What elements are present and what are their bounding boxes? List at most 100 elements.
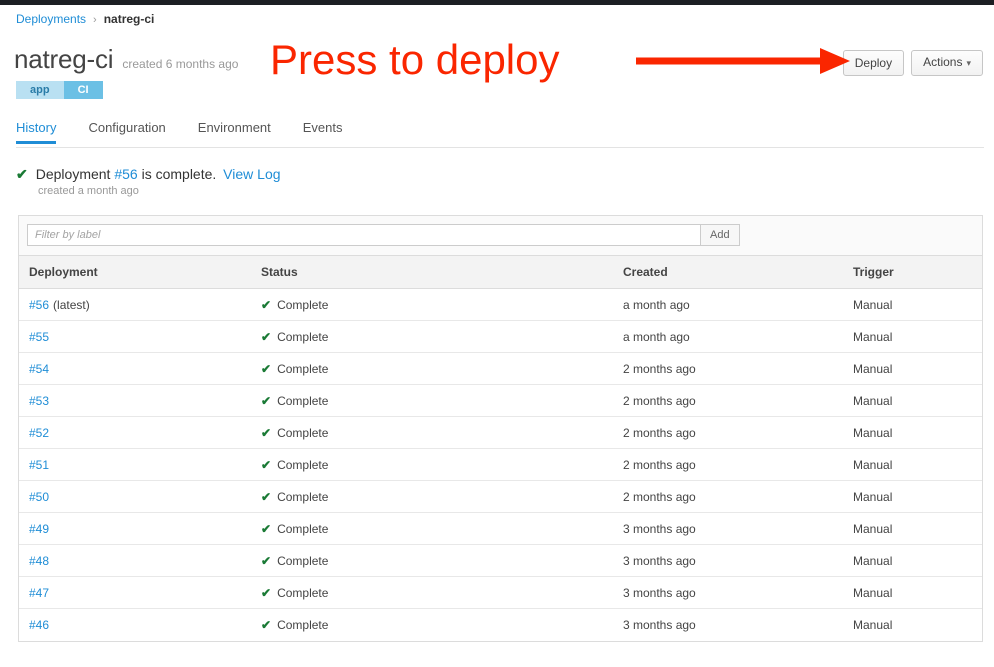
cell-created: a month ago <box>613 320 843 353</box>
column-header-deployment[interactable]: Deployment <box>19 256 251 289</box>
tab-environment[interactable]: Environment <box>198 120 271 143</box>
page-title-row: natreg-ci created 6 months ago <box>14 44 238 75</box>
breadcrumb-link-deployments[interactable]: Deployments <box>16 12 86 26</box>
status-label: Complete <box>277 425 329 440</box>
deployment-link[interactable]: #54 <box>29 362 49 376</box>
annotation-text: Press to deploy <box>270 36 560 83</box>
status-label: Complete <box>277 489 329 504</box>
table-row: #55 ✔ Complete a month ago Manual <box>19 320 982 353</box>
column-header-created[interactable]: Created <box>613 256 843 289</box>
check-icon: ✔ <box>261 585 272 600</box>
cell-trigger: Manual <box>843 416 982 449</box>
tab-events[interactable]: Events <box>303 120 343 143</box>
cell-trigger: Manual <box>843 352 982 385</box>
status-label: Complete <box>277 585 329 600</box>
cell-created: 3 months ago <box>613 576 843 609</box>
actions-dropdown-button[interactable]: Actions ▾ <box>911 50 983 76</box>
latest-badge: (latest) <box>53 297 90 312</box>
table-row: #50 ✔ Complete 2 months ago Manual <box>19 480 982 513</box>
deployment-link[interactable]: #50 <box>29 490 49 504</box>
cell-created: a month ago <box>613 288 843 321</box>
deployment-link[interactable]: #56 <box>29 298 49 312</box>
tab-configuration[interactable]: Configuration <box>88 120 165 143</box>
cell-status: ✔ Complete <box>251 609 613 641</box>
annotation-arrow-icon <box>636 48 850 74</box>
deploy-button[interactable]: Deploy <box>842 50 905 76</box>
cell-trigger: Manual <box>843 512 982 545</box>
cell-created: 2 months ago <box>613 352 843 385</box>
deployment-status-subtext: created a month ago <box>38 185 139 197</box>
cell-deployment: #46 <box>19 609 251 641</box>
deployment-link[interactable]: #47 <box>29 586 49 600</box>
column-header-status[interactable]: Status <box>251 256 613 289</box>
tab-history[interactable]: History <box>16 120 57 144</box>
cell-status: ✔ Complete <box>251 384 613 417</box>
tag-ci[interactable]: CI <box>63 81 103 99</box>
table-row: #52 ✔ Complete 2 months ago Manual <box>19 416 982 449</box>
table-body: #56 (latest) ✔ Complete a month ago Manual #55… <box>19 288 982 641</box>
status-deployment-link[interactable]: #56 <box>114 166 137 182</box>
tab-bar: History Configuration Environment Events <box>16 120 984 148</box>
deployment-link[interactable]: #51 <box>29 458 49 472</box>
status-label: Complete <box>277 457 329 472</box>
check-icon: ✔ <box>261 553 272 568</box>
cell-status: ✔ Complete <box>251 352 613 385</box>
cell-trigger: Manual <box>843 320 982 353</box>
page-root: Deployments › natreg-ci natreg-ci created … <box>0 0 994 667</box>
status-label: Complete <box>277 361 329 376</box>
deployment-link[interactable]: #55 <box>29 330 49 344</box>
deployment-link[interactable]: #48 <box>29 554 49 568</box>
table-row: #53 ✔ Complete 2 months ago Manual <box>19 384 982 417</box>
tag-list: app CI <box>16 81 103 99</box>
cell-status: ✔ Complete <box>251 448 613 481</box>
check-icon: ✔ <box>261 425 272 440</box>
cell-trigger: Manual <box>843 576 982 609</box>
tag-app[interactable]: app <box>16 81 64 99</box>
check-icon: ✔ <box>261 329 272 344</box>
view-log-link[interactable]: View Log <box>223 166 280 182</box>
deployment-link[interactable]: #46 <box>29 618 49 632</box>
cell-trigger: Manual <box>853 617 893 632</box>
status-label: Complete <box>277 617 329 632</box>
cell-trigger: Manual <box>843 480 982 513</box>
filter-input[interactable] <box>27 224 700 246</box>
cell-trigger: Manual <box>843 288 982 321</box>
check-icon: ✔ <box>261 521 272 536</box>
deployment-link[interactable]: #52 <box>29 426 49 440</box>
top-bar <box>0 0 994 5</box>
add-filter-button[interactable]: Add <box>700 224 740 246</box>
cell-deployment: #53 <box>19 384 251 417</box>
cell-status: ✔ Complete <box>251 480 613 513</box>
deployment-history-panel: Add Deployment Status Created Trigger #5… <box>18 215 983 642</box>
table-row: #47 ✔ Complete 3 months ago Manual <box>19 576 982 609</box>
table-row: #48 ✔ Complete 3 months ago Manual <box>19 544 982 577</box>
cell-deployment: #56 (latest) <box>19 288 251 321</box>
breadcrumb-separator-icon: › <box>93 14 97 26</box>
cell-status: ✔ Complete <box>251 416 613 449</box>
cell-created: 2 months ago <box>613 384 843 417</box>
filter-bar: Add <box>19 216 982 256</box>
header-actions: Deploy Actions ▾ <box>842 50 983 76</box>
column-header-trigger[interactable]: Trigger <box>843 256 982 289</box>
table-row: #49 ✔ Complete 3 months ago Manual <box>19 512 982 545</box>
table-head: Deployment Status Created Trigger <box>19 256 982 289</box>
cell-created: 3 months ago <box>613 544 843 577</box>
status-label: Complete <box>277 553 329 568</box>
page-title: natreg-ci <box>14 44 114 74</box>
cell-deployment: #54 <box>19 352 251 385</box>
table-row: #46 ✔ Complete 3 months ago Manual <box>19 609 982 641</box>
cell-status: ✔ Complete <box>251 288 613 321</box>
chevron-down-icon: ▾ <box>966 58 971 68</box>
deployment-link[interactable]: #53 <box>29 394 49 408</box>
cell-created: 2 months ago <box>613 416 843 449</box>
status-label: Complete <box>277 297 329 312</box>
cell-deployment: #48 <box>19 544 251 577</box>
cell-status: ✔ Complete <box>251 320 613 353</box>
cell-deployment: #55 <box>19 320 251 353</box>
cell-created: 3 months ago <box>613 512 843 545</box>
deployment-status-banner: ✔ Deployment #56 is complete. View Log <box>16 165 281 183</box>
deployment-link[interactable]: #49 <box>29 522 49 536</box>
status-label: Complete <box>277 393 329 408</box>
status-label: Complete <box>277 329 329 344</box>
status-prefix: Deployment <box>35 166 111 182</box>
